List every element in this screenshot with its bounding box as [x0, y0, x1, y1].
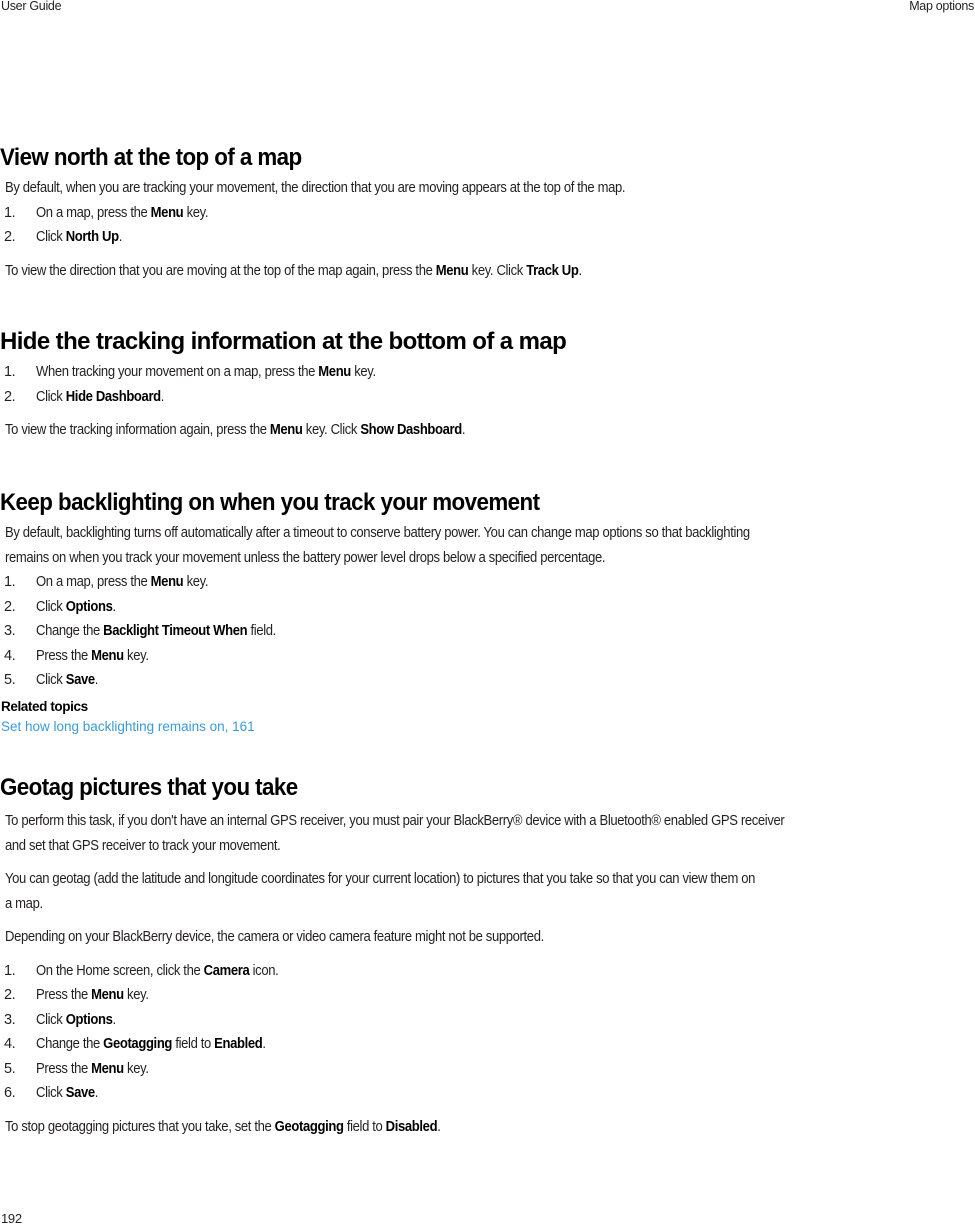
section-heading: Hide the tracking information at the bot…	[0, 328, 567, 355]
step-item: 5. Click Save.	[4, 672, 99, 688]
section-keep-backlighting: Keep backlighting on when you track your…	[0, 488, 975, 737]
page-number: 192	[1, 1211, 22, 1226]
section-hide-tracking-info: Hide the tracking information at the bot…	[0, 327, 975, 443]
header-chapter-title: Map options	[909, 0, 974, 13]
step-item: 3. Change the Backlight Timeout When fiel…	[4, 623, 276, 639]
step-item: 1. On a map, press the Menu key.	[4, 574, 209, 590]
section-geotag-pictures: Geotag pictures that you take To perform…	[0, 773, 975, 1139]
section-heading: View north at the top of a map	[0, 144, 302, 171]
intro-paragraph-cont: remains on when you track your movement …	[5, 549, 606, 566]
step-item: 2. Click Options.	[4, 598, 116, 615]
note-paragraph: To view the tracking information again, …	[5, 422, 466, 438]
steps-list: 1. On a map, press the Menu key. 2. Click …	[0, 570, 975, 693]
steps-list: 1. When tracking your movement on a map, …	[0, 360, 975, 409]
step-item: 1. On a map, press the Menu key.	[4, 204, 209, 221]
related-topic-link[interactable]: Set how long backlighting remains on, 16…	[0, 717, 975, 737]
header-doc-title: User Guide	[1, 0, 62, 13]
step-item: 3. Click Options.	[4, 1011, 116, 1028]
section-heading: Geotag pictures that you take	[0, 774, 298, 801]
geotag-description-paragraph: You can geotag (add the latitude and lon…	[5, 871, 756, 887]
note-paragraph: To view the direction that you are movin…	[5, 262, 582, 279]
step-item: 2. Press the Menu key.	[4, 987, 149, 1003]
section-heading: Keep backlighting on when you track your…	[0, 489, 540, 516]
related-topics-heading: Related topics	[1, 698, 88, 714]
running-header: User Guide Map options	[0, 0, 975, 16]
prerequisite-paragraph-cont: and set that GPS receiver to track your …	[5, 837, 281, 854]
step-item: 4. Press the Menu key.	[4, 647, 149, 664]
step-item: 1. When tracking your movement on a map, …	[4, 364, 376, 380]
steps-list: 1. On the Home screen, click the Camera i…	[0, 959, 975, 1106]
step-item: 2. Click North Up.	[4, 229, 122, 245]
geotag-description-paragraph-cont: a map.	[5, 895, 43, 912]
intro-paragraph: By default, when you are tracking your m…	[5, 180, 626, 196]
section-view-north: View north at the top of a map By defaul…	[0, 143, 975, 283]
intro-paragraph: By default, backlighting turns off autom…	[5, 525, 750, 541]
step-item: 6. Click Save.	[4, 1085, 99, 1101]
step-item: 2. Click Hide Dashboard.	[4, 388, 165, 405]
steps-list: 1. On a map, press the Menu key. 2. Click …	[0, 201, 975, 250]
step-item: 5. Press the Menu key.	[4, 1060, 149, 1077]
prerequisite-paragraph: To perform this task, if you don't have …	[5, 813, 785, 829]
step-item: 1. On the Home screen, click the Camera i…	[4, 962, 279, 979]
note-paragraph: To stop geotagging pictures that you tak…	[5, 1118, 441, 1135]
step-item: 4. Change the Geotagging field to Enabled…	[4, 1036, 266, 1052]
device-support-note: Depending on your BlackBerry device, the…	[5, 929, 544, 945]
